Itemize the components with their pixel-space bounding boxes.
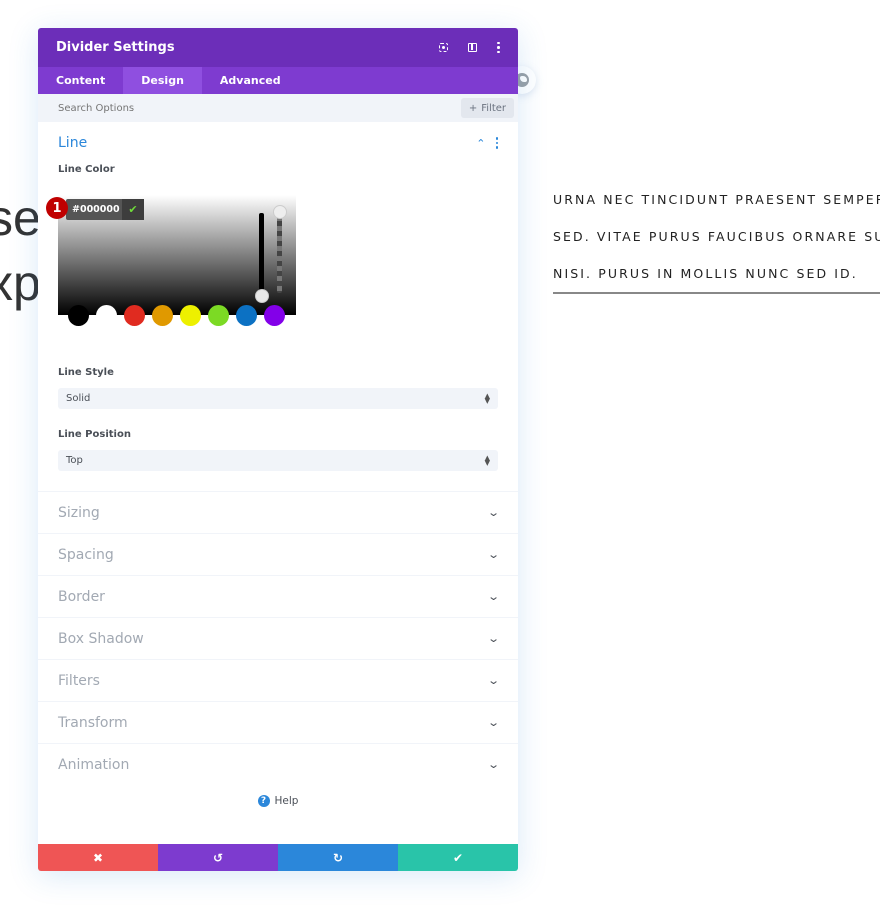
tab-design[interactable]: Design [123, 67, 202, 94]
color-swatch[interactable] [96, 305, 117, 326]
tab-content[interactable]: Content [38, 67, 123, 94]
filter-button[interactable]: + Filter [460, 98, 514, 118]
line-style-select[interactable]: Solid ▲ ▼ [58, 388, 498, 409]
color-swatch[interactable] [236, 305, 257, 326]
section-more-icon[interactable] [495, 137, 498, 149]
expand-icon[interactable] [439, 43, 448, 52]
section-title: Spacing [58, 546, 114, 563]
color-swatch[interactable] [68, 305, 89, 326]
color-swatch[interactable] [264, 305, 285, 326]
background-heading-line: se [0, 190, 41, 246]
color-picker: #000000 ✔ 1 [46, 185, 296, 333]
color-swatch[interactable] [180, 305, 201, 326]
chevron-down-icon: ⌄ [486, 716, 500, 729]
plus-icon: + [468, 102, 478, 114]
line-style-value: Solid [66, 393, 91, 404]
section-toggle-sizing[interactable]: Sizing ⌄ [38, 491, 518, 533]
section-title: Filters [58, 672, 100, 689]
opacity-slider-track[interactable] [277, 211, 282, 293]
redo-button[interactable]: ↻ [278, 844, 398, 871]
modal-header: Divider Settings [38, 28, 518, 67]
help-link[interactable]: ? Help [38, 795, 518, 807]
background-divider [553, 292, 880, 294]
section-toggle-spacing[interactable]: Spacing ⌄ [38, 533, 518, 575]
line-position-select[interactable]: Top ▲ ▼ [58, 450, 498, 471]
select-arrows-icon: ▲ ▼ [484, 453, 490, 467]
chevron-down-icon: ⌄ [486, 674, 500, 687]
section-toggle-transform[interactable]: Transform ⌄ [38, 701, 518, 743]
hex-input-box: #000000 ✔ [66, 199, 144, 220]
chevron-down-icon: ⌄ [486, 548, 500, 561]
undo-button[interactable]: ↺ [158, 844, 278, 871]
modal-footer: ✖ ↺ ↻ ✔ [38, 844, 518, 871]
hue-slider-handle[interactable] [255, 289, 269, 303]
color-swatch[interactable] [208, 305, 229, 326]
line-position-value: Top [66, 455, 83, 466]
chevron-down-icon: ⌄ [486, 758, 500, 771]
background-text-line: SED. VITAE PURUS FAUCIBUS ORNARE SUSP [553, 229, 880, 244]
line-position-label: Line Position [58, 429, 131, 440]
modal-title: Divider Settings [56, 40, 175, 55]
section-title: Line [58, 135, 88, 151]
line-style-label: Line Style [58, 367, 114, 378]
section-title: Sizing [58, 504, 100, 521]
save-button[interactable]: ✔ [398, 844, 518, 871]
section-title: Animation [58, 756, 130, 773]
help-label: Help [274, 795, 299, 807]
color-swatch[interactable] [152, 305, 173, 326]
check-icon[interactable]: ✔ [122, 199, 144, 220]
columns-icon[interactable] [468, 43, 477, 52]
section-toggle-border[interactable]: Border ⌄ [38, 575, 518, 617]
section-toggle-animation[interactable]: Animation ⌄ [38, 743, 518, 785]
opacity-slider-handle[interactable] [273, 205, 287, 219]
hue-slider-track[interactable] [259, 213, 264, 297]
line-section: Line ⌃ Line Color #000000 ✔ 1 Line Style [38, 122, 518, 471]
color-swatches [58, 305, 296, 327]
tab-advanced[interactable]: Advanced [202, 67, 299, 94]
chevron-up-icon[interactable]: ⌃ [476, 137, 485, 150]
section-title: Border [58, 588, 105, 605]
background-text-line: URNA NEC TINCIDUNT PRAESENT SEMPER FE [553, 192, 880, 207]
section-title: Box Shadow [58, 630, 144, 647]
line-color-label: Line Color [58, 164, 115, 175]
select-arrows-icon: ▲ ▼ [484, 391, 490, 405]
search-row: + Filter [38, 94, 518, 122]
help-icon: ? [257, 795, 270, 807]
section-title: Transform [58, 714, 128, 731]
background-heading-line: xp [0, 255, 41, 311]
section-toggle-box-shadow[interactable]: Box Shadow ⌄ [38, 617, 518, 659]
more-icon[interactable] [497, 41, 500, 54]
chevron-down-icon: ⌄ [486, 506, 500, 519]
color-swatch[interactable] [124, 305, 145, 326]
collapsed-sections: Sizing ⌄ Spacing ⌄ Border ⌄ Box Shadow ⌄ Filters… [38, 491, 518, 785]
modal-tabs: Content Design Advanced [38, 67, 518, 94]
chevron-down-icon: ⌄ [486, 632, 500, 645]
cancel-button[interactable]: ✖ [38, 844, 158, 871]
chevron-down-icon: ⌄ [486, 590, 500, 603]
hex-value-input[interactable]: #000000 [66, 204, 122, 215]
page: se xp URNA NEC TINCIDUNT PRAESENT SEMPER… [0, 0, 880, 905]
line-section-header[interactable]: Line ⌃ [58, 122, 498, 164]
step-badge: 1 [46, 197, 68, 219]
divider-settings-modal: Divider Settings Content Design Advanced… [38, 28, 518, 871]
background-text-line: NISI. PURUS IN MOLLIS NUNC SED ID. [553, 266, 858, 281]
section-toggle-filters[interactable]: Filters ⌄ [38, 659, 518, 701]
filter-label: Filter [481, 102, 506, 114]
search-options-input[interactable] [58, 102, 461, 114]
